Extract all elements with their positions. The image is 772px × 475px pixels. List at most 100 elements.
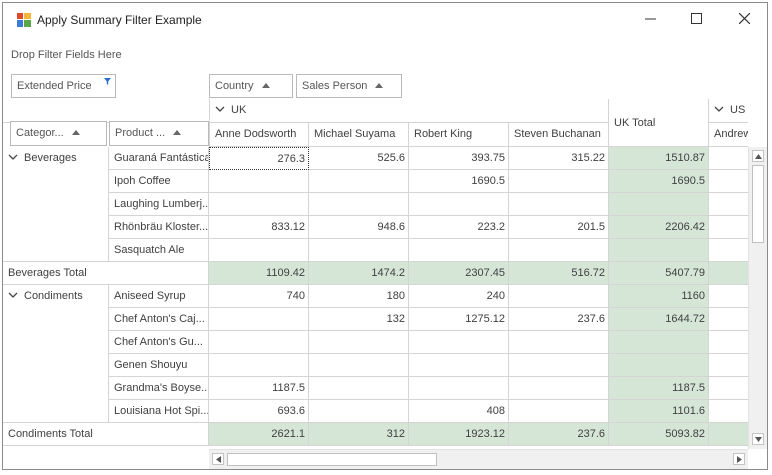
group-total-cell[interactable]	[709, 262, 748, 285]
value-cell[interactable]: 180	[309, 285, 409, 308]
value-cell[interactable]	[409, 193, 509, 216]
value-cell[interactable]: 1275.12	[409, 308, 509, 331]
group-total-cell[interactable]: 2307.45	[409, 262, 509, 285]
value-cell[interactable]: 408	[409, 400, 509, 423]
value-cell[interactable]	[709, 193, 748, 216]
sales-person-header[interactable]: Robert King	[409, 123, 509, 147]
value-cell[interactable]	[209, 239, 309, 262]
value-cell[interactable]	[709, 170, 748, 193]
row-field-product[interactable]: Product ...	[109, 121, 209, 146]
value-cell[interactable]	[309, 239, 409, 262]
horizontal-scroll-thumb[interactable]	[227, 453, 437, 466]
chevron-down-icon[interactable]	[8, 292, 18, 299]
value-cell[interactable]	[709, 239, 748, 262]
value-cell[interactable]: 740	[209, 285, 309, 308]
value-cell[interactable]	[309, 331, 409, 354]
value-cell[interactable]	[409, 331, 509, 354]
value-cell[interactable]	[309, 170, 409, 193]
horizontal-scrollbar[interactable]	[209, 449, 748, 469]
value-cell[interactable]	[309, 400, 409, 423]
uk-total-cell[interactable]: 1644.72	[609, 308, 709, 331]
value-cell[interactable]	[709, 216, 748, 239]
chevron-down-icon[interactable]	[714, 106, 724, 113]
uk-total-cell[interactable]	[609, 331, 709, 354]
value-cell[interactable]	[409, 377, 509, 400]
row-field-category[interactable]: Categor...	[10, 121, 107, 146]
sales-person-header[interactable]: Andrew	[709, 123, 748, 147]
column-field-sales-person[interactable]: Sales Person	[296, 74, 402, 98]
value-cell[interactable]: 948.6	[309, 216, 409, 239]
group-total-label[interactable]: Beverages Total	[3, 262, 209, 285]
value-cell[interactable]	[709, 308, 748, 331]
uk-total-cell[interactable]: 1160	[609, 285, 709, 308]
category-cell-condiments[interactable]: Condiments	[3, 285, 109, 423]
value-cell[interactable]	[509, 193, 609, 216]
country-header-us[interactable]: US	[709, 99, 748, 123]
value-cell[interactable]: 1187.5	[209, 377, 309, 400]
value-cell[interactable]	[509, 354, 609, 377]
value-cell[interactable]	[509, 170, 609, 193]
filter-icon[interactable]	[104, 78, 111, 85]
value-cell[interactable]	[509, 285, 609, 308]
value-cell[interactable]: 1690.5	[409, 170, 509, 193]
value-cell[interactable]	[509, 400, 609, 423]
uk-total-cell[interactable]: 1510.87	[609, 147, 709, 170]
value-cell[interactable]	[209, 193, 309, 216]
scroll-down-button[interactable]	[752, 433, 764, 445]
value-cell[interactable]	[709, 354, 748, 377]
value-cell[interactable]: 393.75	[409, 147, 509, 170]
data-field-extended-price[interactable]: Extended Price	[11, 74, 116, 98]
product-cell[interactable]: Genen Shouyu	[109, 354, 209, 377]
value-cell[interactable]	[709, 147, 748, 170]
title-bar[interactable]: Apply Summary Filter Example	[3, 3, 767, 34]
uk-total-cell[interactable]	[609, 239, 709, 262]
group-total-cell[interactable]: 1923.12	[409, 423, 509, 446]
product-cell[interactable]: Grandma's Boyse...	[109, 377, 209, 400]
value-cell[interactable]	[309, 377, 409, 400]
chevron-down-icon[interactable]	[8, 154, 18, 161]
value-cell[interactable]	[509, 331, 609, 354]
product-cell[interactable]: Rhönbräu Kloster...	[109, 216, 209, 239]
group-total-cell[interactable]: 312	[309, 423, 409, 446]
group-total-cell[interactable]: 2621.1	[209, 423, 309, 446]
column-field-country[interactable]: Country	[209, 74, 293, 98]
scroll-up-button[interactable]	[752, 150, 764, 162]
value-cell[interactable]	[509, 239, 609, 262]
group-total-cell[interactable]	[709, 423, 748, 446]
product-cell[interactable]: Laughing Lumberj...	[109, 193, 209, 216]
minimize-button[interactable]	[627, 3, 673, 34]
sales-person-header[interactable]: Anne Dodsworth	[209, 123, 309, 147]
sales-person-header[interactable]: Steven Buchanan	[509, 123, 609, 147]
uk-total-cell[interactable]: 1690.5	[609, 170, 709, 193]
maximize-button[interactable]	[673, 3, 719, 34]
value-cell[interactable]: 237.6	[509, 308, 609, 331]
value-cell[interactable]: 201.5	[509, 216, 609, 239]
uk-total-cell[interactable]: 2206.42	[609, 216, 709, 239]
value-cell[interactable]	[209, 308, 309, 331]
country-header-uk[interactable]: UK	[209, 99, 609, 123]
value-cell[interactable]: 223.2	[409, 216, 509, 239]
product-cell[interactable]: Ipoh Coffee	[109, 170, 209, 193]
value-cell[interactable]	[309, 354, 409, 377]
value-cell[interactable]	[209, 354, 309, 377]
category-cell-beverages[interactable]: Beverages	[3, 147, 109, 262]
value-cell-focused[interactable]: 276.3	[209, 147, 309, 170]
uk-total-cell[interactable]	[609, 193, 709, 216]
product-cell[interactable]: Louisiana Hot Spi...	[109, 400, 209, 423]
value-cell[interactable]	[509, 377, 609, 400]
vertical-scroll-thumb[interactable]	[752, 165, 764, 243]
value-cell[interactable]	[209, 331, 309, 354]
product-cell[interactable]: Sasquatch Ale	[109, 239, 209, 262]
group-total-cell[interactable]: 237.6	[509, 423, 609, 446]
value-cell[interactable]: 525.6	[309, 147, 409, 170]
chevron-down-icon[interactable]	[215, 106, 225, 113]
scroll-right-button[interactable]	[733, 453, 745, 465]
value-cell[interactable]: 132	[309, 308, 409, 331]
value-cell[interactable]	[709, 400, 748, 423]
grand-total-cell[interactable]: 5093.82	[609, 423, 709, 446]
value-cell[interactable]	[409, 354, 509, 377]
value-cell[interactable]	[209, 170, 309, 193]
scroll-left-button[interactable]	[212, 453, 224, 465]
product-cell[interactable]: Chef Anton's Gu...	[109, 331, 209, 354]
value-cell[interactable]: 833.12	[209, 216, 309, 239]
